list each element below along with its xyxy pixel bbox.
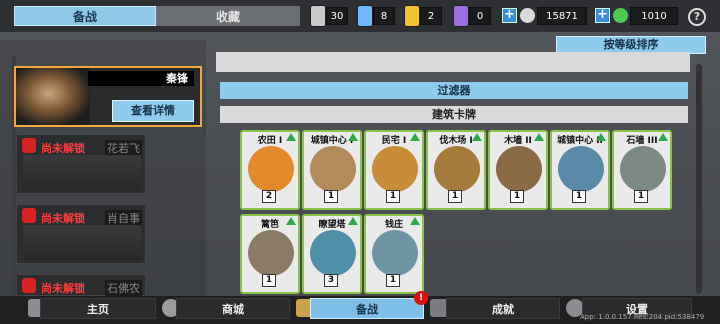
fence-icon	[248, 230, 294, 276]
filter-button[interactable]: 过滤器	[220, 82, 688, 99]
locked-status: 尚未解锁	[41, 282, 85, 295]
locked-hero-portrait	[23, 155, 141, 191]
upgrade-arrow-icon	[596, 133, 606, 141]
locked-hero-name: 石佛农	[105, 280, 142, 296]
section-title: 建筑卡牌	[220, 106, 688, 123]
locked-status: 尚未解锁	[41, 142, 85, 155]
building-card[interactable]: 篱笆 1	[240, 214, 300, 294]
hero-portrait	[16, 68, 90, 125]
town-center-icon	[310, 146, 356, 192]
building-card[interactable]: 民宅 I 1	[364, 130, 424, 210]
tab-prepare[interactable]: 备战	[14, 6, 156, 26]
game-screen: 备战 收藏 30 8 2 0 + 15871 + 1010 ? 秦锋 查看详情 …	[0, 0, 720, 324]
locked-status: 尚未解锁	[41, 212, 85, 225]
lock-icon	[22, 208, 36, 223]
upgrade-arrow-icon	[472, 133, 482, 141]
building-card[interactable]: 石墙 III 1	[612, 130, 672, 210]
nav-shop[interactable]: 商城	[176, 298, 290, 319]
upgrade-arrow-icon	[410, 133, 420, 141]
blue-gem-count: 8	[373, 7, 395, 25]
locked-hero-card[interactable]: 尚未解锁 肖自事	[16, 204, 146, 264]
nav-prepare[interactable]: 备战	[310, 298, 424, 319]
card-count: 1	[572, 190, 586, 203]
building-card[interactable]: 城镇中心 I 1	[302, 130, 362, 210]
deck-card-row	[216, 52, 690, 72]
wooden-wall-icon	[496, 146, 542, 192]
add-green-coin-button[interactable]: +	[595, 8, 610, 23]
lock-icon	[22, 278, 36, 293]
building-card[interactable]: 城镇中心 II 1	[550, 130, 610, 210]
green-coin-count: 1010	[630, 7, 678, 25]
silver-gem-icon	[310, 5, 326, 27]
purple-gem-icon	[453, 5, 469, 27]
silver-gem-count: 30	[326, 7, 348, 25]
town-center-icon	[558, 146, 604, 192]
card-count: 1	[448, 190, 462, 203]
hero-name: 秦锋	[88, 71, 194, 86]
card-count: 1	[262, 274, 276, 287]
lumber-mill-icon	[434, 146, 480, 192]
card-count: 1	[386, 190, 400, 203]
locked-hero-name: 花若飞	[105, 140, 142, 156]
watchtower-icon	[310, 230, 356, 276]
upgrade-arrow-icon	[348, 217, 358, 225]
locked-hero-card[interactable]: 尚未解锁 花若飞	[16, 134, 146, 194]
purple-gem-count: 0	[469, 7, 491, 25]
card-count: 1	[510, 190, 524, 203]
building-card[interactable]: 伐木场 I 1	[426, 130, 486, 210]
building-card[interactable]: 农田 I 2	[240, 130, 300, 210]
view-details-button[interactable]: 查看详情	[112, 100, 194, 122]
scrollbar[interactable]	[696, 64, 702, 294]
card-count: 2	[262, 190, 276, 203]
nav-achievements[interactable]: 成就	[446, 298, 560, 319]
house-icon	[372, 146, 418, 192]
card-count: 1	[324, 190, 338, 203]
lock-icon	[22, 138, 36, 153]
green-coin-icon	[613, 8, 628, 23]
building-card[interactable]: 木墙 II 1	[488, 130, 548, 210]
bank-icon	[372, 230, 418, 276]
locked-hero-portrait	[23, 225, 141, 261]
card-count: 1	[386, 274, 400, 287]
upgrade-arrow-icon	[348, 133, 358, 141]
stone-wall-icon	[620, 146, 666, 192]
locked-hero-name: 肖自事	[105, 210, 142, 226]
version-text: App: 1.0.0.157 Res:204 pid:538479	[580, 313, 705, 321]
card-count: 3	[324, 274, 338, 287]
blue-gem-icon	[357, 5, 373, 27]
locked-hero-card[interactable]: 尚未解锁 石佛农	[16, 274, 146, 296]
tab-collection[interactable]: 收藏	[156, 6, 300, 26]
gold-gem-icon	[404, 5, 420, 27]
nav-home[interactable]: 主页	[40, 298, 156, 319]
gold-gem-count: 2	[420, 7, 442, 25]
add-silver-coin-button[interactable]: +	[502, 8, 517, 23]
farm-icon	[248, 146, 294, 192]
upgrade-arrow-icon	[410, 217, 420, 225]
building-card[interactable]: 瞭望塔 3	[302, 214, 362, 294]
silver-coin-icon	[520, 8, 535, 23]
upgrade-arrow-icon	[286, 217, 296, 225]
building-card[interactable]: 钱庄 1	[364, 214, 424, 294]
upgrade-arrow-icon	[534, 133, 544, 141]
card-count: 1	[634, 190, 648, 203]
notification-badge: !	[414, 291, 428, 305]
upgrade-arrow-icon	[658, 133, 668, 141]
silver-coin-count: 15871	[537, 7, 587, 25]
upgrade-arrow-icon	[286, 133, 296, 141]
help-button[interactable]: ?	[688, 8, 706, 26]
